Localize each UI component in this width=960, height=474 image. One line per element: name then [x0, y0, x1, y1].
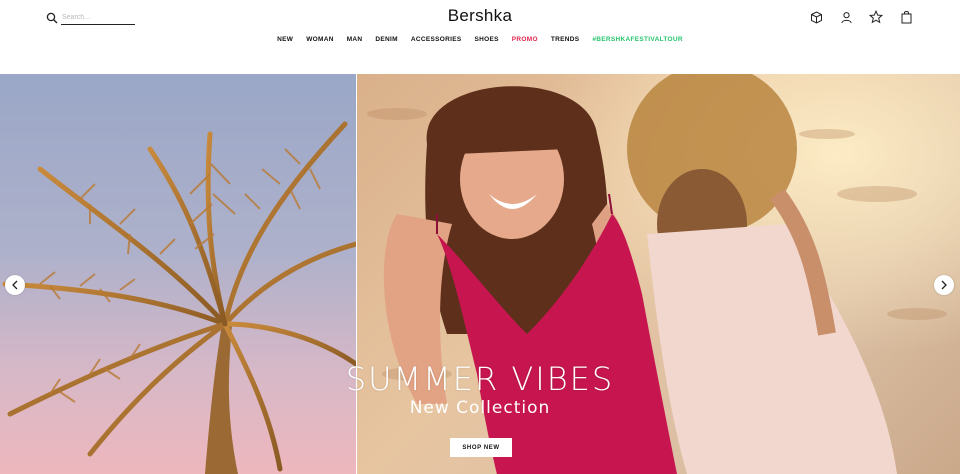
nav-item-new[interactable]: NEW	[277, 36, 293, 43]
nav-item-man[interactable]: MAN	[347, 36, 363, 43]
carousel-prev-button[interactable]	[5, 275, 25, 295]
store-locator-icon[interactable]	[808, 9, 824, 25]
main-nav: NEW WOMAN MAN DENIM ACCESSORIES SHOES PR…	[0, 36, 960, 43]
wishlist-star-icon[interactable]	[868, 9, 884, 25]
hero-subtitle-wrap: New Collection	[0, 398, 960, 418]
header-actions	[808, 9, 914, 25]
nav-item-accessories[interactable]: ACCESSORIES	[411, 36, 462, 43]
nav-item-promo[interactable]: PROMO	[512, 36, 538, 43]
shop-new-button[interactable]: SHOP NEW	[450, 438, 512, 457]
nav-item-woman[interactable]: WOMAN	[306, 36, 334, 43]
hero-carousel[interactable]: SUMMER VIBES New Collection SHOP NEW	[0, 74, 960, 474]
hero-subtitle: New Collection	[409, 398, 551, 418]
chevron-right-icon	[941, 280, 947, 290]
chevron-left-icon	[12, 280, 18, 290]
site-header: Bershka NEW WOMAN	[0, 0, 960, 74]
nav-item-denim[interactable]: DENIM	[375, 36, 397, 43]
carousel-next-button[interactable]	[934, 275, 954, 295]
hero-title: SUMMER VIBES	[345, 360, 615, 398]
nav-item-trends[interactable]: TRENDS	[551, 36, 580, 43]
hero-title-wrap: SUMMER VIBES	[0, 360, 960, 398]
brand-logo[interactable]: Bershka	[448, 6, 512, 26]
nav-item-festival-tour[interactable]: #BERSHKAFESTIVALTOUR	[592, 36, 683, 43]
nav-item-shoes[interactable]: SHOES	[474, 36, 498, 43]
shopping-bag-icon[interactable]	[898, 9, 914, 25]
user-icon[interactable]	[838, 9, 854, 25]
